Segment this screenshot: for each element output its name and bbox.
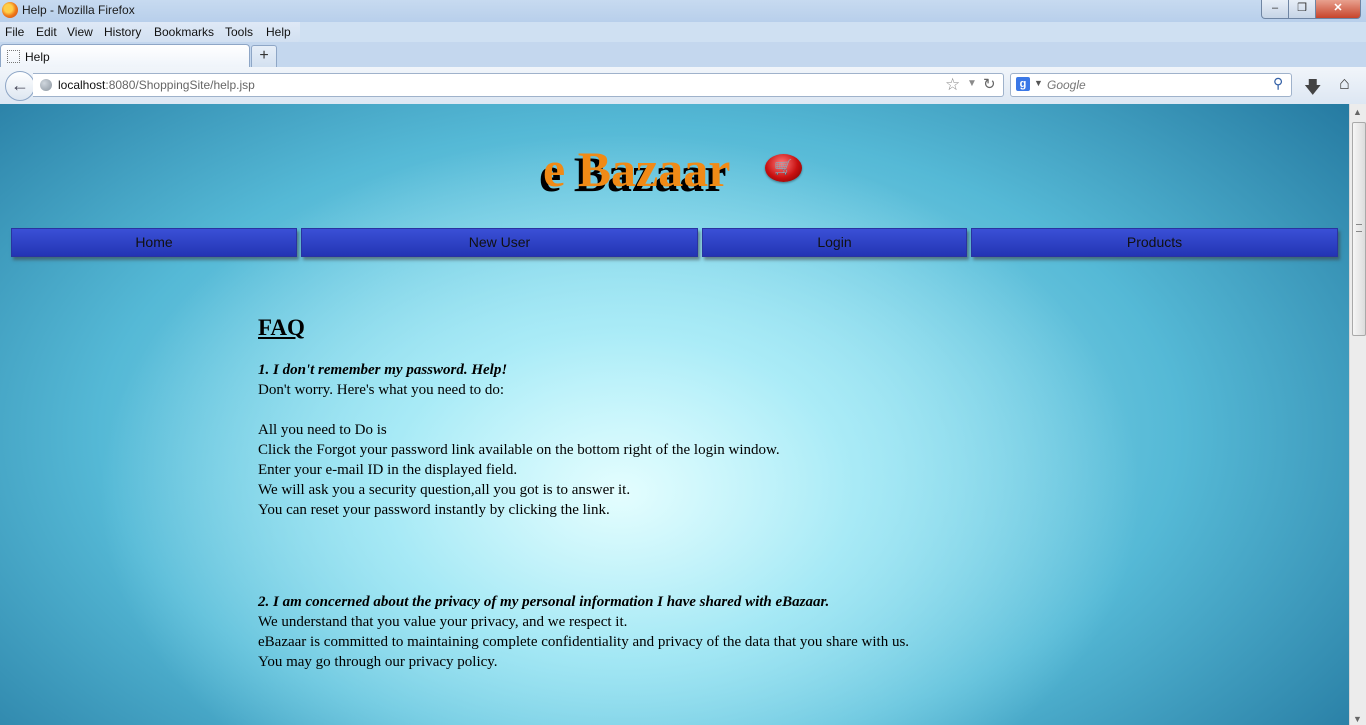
faq-answer-line: Don't worry. Here's what you need to do: bbox=[258, 382, 505, 398]
home-icon[interactable]: ⌂ bbox=[1339, 73, 1350, 94]
back-arrow-icon[interactable]: ← bbox=[5, 71, 35, 101]
nav-new-user[interactable]: New User bbox=[301, 228, 698, 257]
vertical-scrollbar[interactable]: ▲ ▼ bbox=[1349, 104, 1366, 725]
faq-answer-line bbox=[258, 400, 909, 420]
window-titlebar: Help - Mozilla Firefox – ❒ ✕ bbox=[0, 0, 1366, 22]
menu-bookmarks[interactable]: Bookmarks bbox=[154, 25, 214, 39]
engine-dropdown-icon[interactable]: ▼ bbox=[1034, 78, 1043, 88]
navigation-toolbar: ← localhost:8080/ShoppingSite/help.jsp ☆… bbox=[0, 67, 1366, 105]
scrollbar-grip-icon bbox=[1356, 224, 1362, 232]
menu-history[interactable]: History bbox=[104, 25, 141, 39]
firefox-logo-icon bbox=[2, 2, 18, 18]
search-placeholder: Google bbox=[1047, 78, 1086, 92]
faq-title: FAQ bbox=[258, 315, 305, 340]
menu-tools[interactable]: Tools bbox=[225, 25, 253, 39]
page-favicon-icon bbox=[7, 50, 20, 63]
faq-section: FAQ 1. I don't remember my password. Hel… bbox=[258, 314, 909, 672]
tab-strip: Help + bbox=[0, 42, 1366, 69]
scrollbar-thumb[interactable] bbox=[1352, 122, 1366, 336]
close-window-button[interactable]: ✕ bbox=[1315, 0, 1361, 19]
menu-view[interactable]: View bbox=[67, 25, 93, 39]
faq-question-1: 1. I don't remember my password. Help! bbox=[258, 362, 508, 378]
shopping-cart-icon[interactable]: 🛒 bbox=[765, 154, 802, 182]
url-text: localhost:8080/ShoppingSite/help.jsp bbox=[58, 78, 255, 92]
scroll-down-arrow-icon[interactable]: ▼ bbox=[1353, 714, 1362, 724]
page-viewport: e Bazaar 🛒 Home New User Login Products … bbox=[0, 104, 1349, 725]
tab-help[interactable]: Help bbox=[0, 44, 250, 69]
new-tab-button[interactable]: + bbox=[251, 45, 277, 67]
faq-answer-line: Enter your e-mail ID in the displayed fi… bbox=[258, 462, 518, 478]
history-dropdown-icon[interactable]: ▼ bbox=[967, 78, 977, 89]
nav-login[interactable]: Login bbox=[702, 228, 967, 257]
url-path: :8080/ShoppingSite/help.jsp bbox=[105, 78, 255, 92]
faq-answer-line: You may go through our privacy policy. bbox=[258, 654, 498, 670]
google-engine-icon[interactable]: g bbox=[1016, 77, 1030, 91]
menu-bar: File Edit View History Bookmarks Tools H… bbox=[0, 22, 300, 42]
bookmark-star-icon[interactable]: ☆ bbox=[945, 75, 960, 95]
download-icon[interactable]: 🡇 bbox=[1304, 75, 1321, 104]
window-title: Help - Mozilla Firefox bbox=[22, 3, 135, 17]
faq-question-2: 2. I am concerned about the privacy of m… bbox=[258, 594, 830, 610]
maximize-button[interactable]: ❒ bbox=[1288, 0, 1316, 19]
faq-spacer bbox=[258, 520, 909, 592]
faq-answer-line: All you need to Do is bbox=[258, 422, 387, 438]
faq-answer-line: We will ask you a security question,all … bbox=[258, 482, 631, 498]
search-icon[interactable]: ⚲ bbox=[1273, 75, 1283, 92]
nav-home[interactable]: Home bbox=[11, 228, 297, 257]
site-logo-text: e Bazaar bbox=[543, 141, 731, 197]
faq-answer-line: You can reset your password instantly by… bbox=[258, 502, 610, 518]
faq-answer-line: eBazaar is committed to maintaining comp… bbox=[258, 634, 910, 650]
minimize-button[interactable]: – bbox=[1261, 0, 1289, 19]
reload-icon[interactable]: ↻ bbox=[983, 75, 996, 93]
globe-icon bbox=[40, 79, 52, 91]
search-input[interactable]: g ▼ Google ⚲ bbox=[1010, 73, 1292, 97]
faq-answer-line: Click the Forgot your password link avai… bbox=[258, 442, 780, 458]
address-bar[interactable]: localhost:8080/ShoppingSite/help.jsp ☆ ▼… bbox=[33, 73, 1004, 97]
scroll-up-arrow-icon[interactable]: ▲ bbox=[1353, 107, 1362, 117]
faq-answer-line: We understand that you value your privac… bbox=[258, 614, 628, 630]
url-host: localhost bbox=[58, 78, 106, 92]
menu-file[interactable]: File bbox=[5, 25, 24, 39]
menu-edit[interactable]: Edit bbox=[36, 25, 57, 39]
menu-help[interactable]: Help bbox=[266, 25, 291, 39]
nav-products[interactable]: Products bbox=[971, 228, 1338, 257]
tab-label: Help bbox=[25, 50, 50, 64]
